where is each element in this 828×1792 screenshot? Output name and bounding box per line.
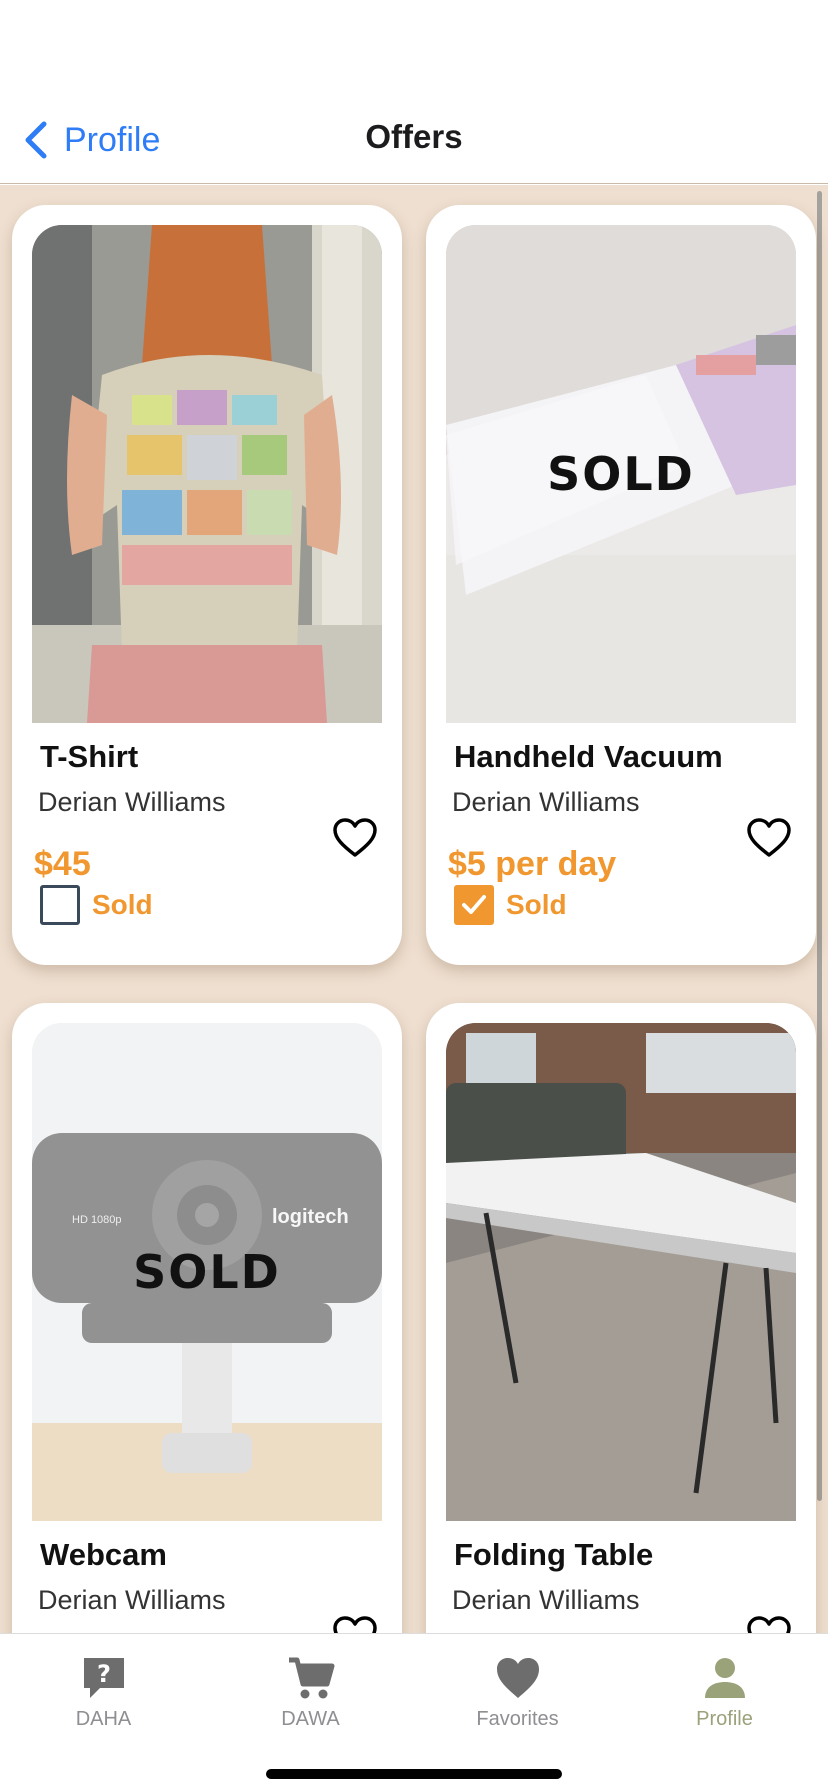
heart-outline-icon [747, 818, 791, 857]
tab-daha[interactable]: ? DAHA [0, 1634, 207, 1744]
offer-seller: Derian Williams [452, 787, 640, 817]
tab-label: DAHA [75, 1708, 132, 1730]
offer-image-folding-table [446, 1023, 796, 1521]
offers-grid[interactable]: T-Shirt Derian Williams $45 Sold SOLD Ha… [0, 185, 828, 1633]
offer-card[interactable]: HD 1080p logitech SOLD Webcam Derian Wil… [12, 1003, 402, 1633]
heart-outline-icon [747, 1616, 791, 1633]
page-title: Offers [365, 118, 463, 155]
scrollbar[interactable] [817, 191, 822, 1501]
sold-overlay-text: SOLD [547, 447, 695, 501]
person-icon [701, 1654, 749, 1702]
sold-checkbox-row[interactable]: Sold [40, 885, 153, 925]
offer-card[interactable]: Folding Table Derian Williams $ [426, 1003, 816, 1633]
sold-label: Sold [506, 889, 567, 920]
status-bar-area [0, 0, 828, 96]
offer-title: Folding Table [454, 1537, 654, 1572]
heart-icon [494, 1654, 542, 1702]
tab-label: Profile [696, 1708, 753, 1730]
checkmark-icon [462, 895, 486, 914]
offer-seller: Derian Williams [38, 1585, 226, 1615]
tab-label: Favorites [476, 1708, 559, 1730]
offer-card[interactable]: SOLD Handheld Vacuum Derian Williams $5 … [426, 205, 816, 965]
tab-bar: ? DAHA DAWA Favorites Profile [0, 1633, 828, 1792]
sold-checkbox-row[interactable]: Sold [454, 885, 567, 925]
sold-overlay: SOLD [446, 225, 796, 723]
sold-checkbox-checked[interactable] [454, 885, 494, 925]
heart-outline-icon [333, 818, 377, 857]
tab-favorites[interactable]: Favorites [414, 1634, 621, 1744]
offer-title: Webcam [40, 1537, 167, 1572]
svg-text:?: ? [97, 1660, 111, 1688]
offer-title: T-Shirt [40, 739, 139, 774]
sold-overlay: SOLD [32, 1023, 382, 1521]
navigation-bar: Profile Offers [0, 96, 828, 184]
heart-outline-icon [333, 1616, 377, 1633]
favorite-button[interactable] [332, 817, 378, 859]
favorite-button[interactable] [332, 1615, 378, 1633]
favorite-button[interactable] [746, 817, 792, 859]
offer-title: Handheld Vacuum [454, 739, 723, 774]
home-indicator [266, 1769, 562, 1779]
question-bubble-icon: ? [80, 1654, 128, 1702]
offer-image-vacuum: SOLD [446, 225, 796, 723]
offer-card[interactable]: T-Shirt Derian Williams $45 Sold [12, 205, 402, 965]
tab-dawa[interactable]: DAWA [207, 1634, 414, 1744]
favorite-button[interactable] [746, 1615, 792, 1633]
offer-price: $45 [34, 845, 91, 883]
offer-image-webcam: HD 1080p logitech SOLD [32, 1023, 382, 1521]
sold-label: Sold [92, 889, 153, 920]
tab-profile[interactable]: Profile [621, 1634, 828, 1744]
offer-image-tshirt [32, 225, 382, 723]
tab-label: DAWA [281, 1708, 340, 1730]
cart-icon [287, 1654, 335, 1702]
offer-seller: Derian Williams [38, 787, 226, 817]
sold-overlay-text: SOLD [133, 1245, 281, 1299]
sold-checkbox[interactable] [40, 885, 80, 925]
offer-price: $5 per day [448, 845, 617, 883]
offer-seller: Derian Williams [452, 1585, 640, 1615]
